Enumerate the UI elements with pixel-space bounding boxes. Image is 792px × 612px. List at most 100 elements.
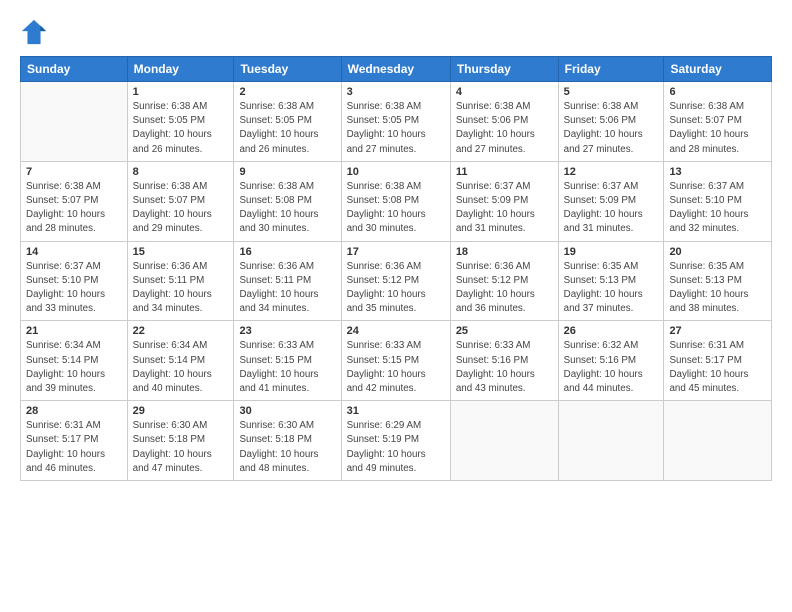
calendar-cell: 12 Sunrise: 6:37 AM Sunset: 5:09 PM Dayli… (558, 161, 664, 241)
day-number: 11 (456, 166, 553, 178)
day-number: 5 (564, 86, 659, 98)
day-info: Sunrise: 6:30 AM Sunset: 5:18 PM Dayligh… (133, 419, 229, 476)
calendar-cell: 15Sunrise: 6:36 AM Sunset: 5:11 PM Dayli… (127, 241, 234, 321)
day-number: 7 (26, 166, 122, 178)
calendar-table: SundayMondayTuesdayWednesdayThursdayFrid… (20, 56, 772, 481)
day-number: 18 (456, 246, 553, 258)
calendar-cell (558, 401, 664, 481)
calendar-header-monday: Monday (127, 57, 234, 82)
calendar-cell: 22 Sunrise: 6:34 AM Sunset: 5:14 PM Dayli… (127, 321, 234, 401)
calendar-header-thursday: Thursday (450, 57, 558, 82)
day-number: 16 (239, 246, 335, 258)
day-info: Sunrise: 6:38 AM Sunset: 5:07 PM Dayligh… (133, 180, 229, 237)
calendar-cell: 24 Sunrise: 6:33 AM Sunset: 5:15 PM Dayli… (341, 321, 450, 401)
day-info: Sunrise: 6:38 AM Sunset: 5:06 PM Dayligh… (456, 100, 553, 157)
logo (20, 18, 52, 46)
calendar-cell: 6Sunrise: 6:38 AM Sunset: 5:07 PM Daylig… (664, 82, 772, 162)
calendar-cell: 4 Sunrise: 6:38 AM Sunset: 5:06 PM Daylig… (450, 82, 558, 162)
day-info: Sunrise: 6:36 AM Sunset: 5:11 PM Dayligh… (239, 260, 335, 317)
calendar-cell: 14 Sunrise: 6:37 AM Sunset: 5:10 PM Dayli… (21, 241, 128, 321)
day-info: Sunrise: 6:34 AM Sunset: 5:14 PM Dayligh… (133, 339, 229, 396)
calendar-cell (450, 401, 558, 481)
day-info: Sunrise: 6:38 AM Sunset: 5:08 PM Dayligh… (239, 180, 335, 237)
day-info: Sunrise: 6:38 AM Sunset: 5:05 PM Dayligh… (239, 100, 335, 157)
day-number: 9 (239, 166, 335, 178)
calendar-cell: 1 Sunrise: 6:38 AM Sunset: 5:05 PM Daylig… (127, 82, 234, 162)
day-info: Sunrise: 6:33 AM Sunset: 5:15 PM Dayligh… (239, 339, 335, 396)
calendar-week-row: 14 Sunrise: 6:37 AM Sunset: 5:10 PM Dayli… (21, 241, 772, 321)
day-info: Sunrise: 6:36 AM Sunset: 5:12 PM Dayligh… (456, 260, 553, 317)
day-number: 15 (133, 246, 229, 258)
day-number: 10 (347, 166, 445, 178)
calendar-cell: 16 Sunrise: 6:36 AM Sunset: 5:11 PM Dayli… (234, 241, 341, 321)
day-number: 26 (564, 325, 659, 337)
day-info: Sunrise: 6:37 AM Sunset: 5:09 PM Dayligh… (456, 180, 553, 237)
calendar-cell: 26 Sunrise: 6:32 AM Sunset: 5:16 PM Dayli… (558, 321, 664, 401)
calendar-cell (664, 401, 772, 481)
day-info: Sunrise: 6:38 AM Sunset: 5:08 PM Dayligh… (347, 180, 445, 237)
calendar-cell: 27 Sunrise: 6:31 AM Sunset: 5:17 PM Dayli… (664, 321, 772, 401)
header (20, 18, 772, 46)
calendar-week-row: 7 Sunrise: 6:38 AM Sunset: 5:07 PM Daylig… (21, 161, 772, 241)
day-number: 27 (669, 325, 766, 337)
calendar-header-row: SundayMondayTuesdayWednesdayThursdayFrid… (21, 57, 772, 82)
day-info: Sunrise: 6:29 AM Sunset: 5:19 PM Dayligh… (347, 419, 445, 476)
day-info: Sunrise: 6:35 AM Sunset: 5:13 PM Dayligh… (669, 260, 766, 317)
day-number: 2 (239, 86, 335, 98)
day-info: Sunrise: 6:37 AM Sunset: 5:10 PM Dayligh… (669, 180, 766, 237)
calendar-cell: 8Sunrise: 6:38 AM Sunset: 5:07 PM Daylig… (127, 161, 234, 241)
day-info: Sunrise: 6:37 AM Sunset: 5:10 PM Dayligh… (26, 260, 122, 317)
calendar-cell: 9 Sunrise: 6:38 AM Sunset: 5:08 PM Daylig… (234, 161, 341, 241)
page: SundayMondayTuesdayWednesdayThursdayFrid… (0, 0, 792, 612)
day-number: 21 (26, 325, 122, 337)
logo-icon (20, 18, 48, 46)
calendar-cell: 29 Sunrise: 6:30 AM Sunset: 5:18 PM Dayli… (127, 401, 234, 481)
day-number: 28 (26, 405, 122, 417)
day-info: Sunrise: 6:38 AM Sunset: 5:05 PM Dayligh… (133, 100, 229, 157)
calendar-cell: 3 Sunrise: 6:38 AM Sunset: 5:05 PM Daylig… (341, 82, 450, 162)
day-number: 22 (133, 325, 229, 337)
day-info: Sunrise: 6:33 AM Sunset: 5:16 PM Dayligh… (456, 339, 553, 396)
calendar-cell: 17 Sunrise: 6:36 AM Sunset: 5:12 PM Dayli… (341, 241, 450, 321)
day-number: 17 (347, 246, 445, 258)
day-info: Sunrise: 6:38 AM Sunset: 5:05 PM Dayligh… (347, 100, 445, 157)
day-number: 14 (26, 246, 122, 258)
day-info: Sunrise: 6:33 AM Sunset: 5:15 PM Dayligh… (347, 339, 445, 396)
calendar-week-row: 21 Sunrise: 6:34 AM Sunset: 5:14 PM Dayli… (21, 321, 772, 401)
day-number: 1 (133, 86, 229, 98)
calendar-cell: 30Sunrise: 6:30 AM Sunset: 5:18 PM Dayli… (234, 401, 341, 481)
day-info: Sunrise: 6:35 AM Sunset: 5:13 PM Dayligh… (564, 260, 659, 317)
day-number: 4 (456, 86, 553, 98)
calendar-header-wednesday: Wednesday (341, 57, 450, 82)
calendar-week-row: 1 Sunrise: 6:38 AM Sunset: 5:05 PM Daylig… (21, 82, 772, 162)
calendar-cell: 23 Sunrise: 6:33 AM Sunset: 5:15 PM Dayli… (234, 321, 341, 401)
day-info: Sunrise: 6:31 AM Sunset: 5:17 PM Dayligh… (26, 419, 122, 476)
day-info: Sunrise: 6:32 AM Sunset: 5:16 PM Dayligh… (564, 339, 659, 396)
day-number: 25 (456, 325, 553, 337)
calendar-cell: 11 Sunrise: 6:37 AM Sunset: 5:09 PM Dayli… (450, 161, 558, 241)
calendar-cell: 31Sunrise: 6:29 AM Sunset: 5:19 PM Dayli… (341, 401, 450, 481)
day-number: 29 (133, 405, 229, 417)
calendar-header-tuesday: Tuesday (234, 57, 341, 82)
day-number: 6 (669, 86, 766, 98)
calendar-cell: 25 Sunrise: 6:33 AM Sunset: 5:16 PM Dayli… (450, 321, 558, 401)
day-number: 20 (669, 246, 766, 258)
day-number: 19 (564, 246, 659, 258)
day-number: 12 (564, 166, 659, 178)
day-number: 13 (669, 166, 766, 178)
day-info: Sunrise: 6:36 AM Sunset: 5:12 PM Dayligh… (347, 260, 445, 317)
day-number: 23 (239, 325, 335, 337)
calendar-cell: 10 Sunrise: 6:38 AM Sunset: 5:08 PM Dayli… (341, 161, 450, 241)
day-info: Sunrise: 6:34 AM Sunset: 5:14 PM Dayligh… (26, 339, 122, 396)
day-info: Sunrise: 6:37 AM Sunset: 5:09 PM Dayligh… (564, 180, 659, 237)
day-number: 24 (347, 325, 445, 337)
day-info: Sunrise: 6:31 AM Sunset: 5:17 PM Dayligh… (669, 339, 766, 396)
calendar-header-saturday: Saturday (664, 57, 772, 82)
calendar-cell: 21 Sunrise: 6:34 AM Sunset: 5:14 PM Dayli… (21, 321, 128, 401)
day-info: Sunrise: 6:38 AM Sunset: 5:07 PM Dayligh… (26, 180, 122, 237)
calendar-cell: 7 Sunrise: 6:38 AM Sunset: 5:07 PM Daylig… (21, 161, 128, 241)
day-info: Sunrise: 6:38 AM Sunset: 5:06 PM Dayligh… (564, 100, 659, 157)
calendar-cell: 18 Sunrise: 6:36 AM Sunset: 5:12 PM Dayli… (450, 241, 558, 321)
calendar-cell: 5 Sunrise: 6:38 AM Sunset: 5:06 PM Daylig… (558, 82, 664, 162)
day-number: 3 (347, 86, 445, 98)
